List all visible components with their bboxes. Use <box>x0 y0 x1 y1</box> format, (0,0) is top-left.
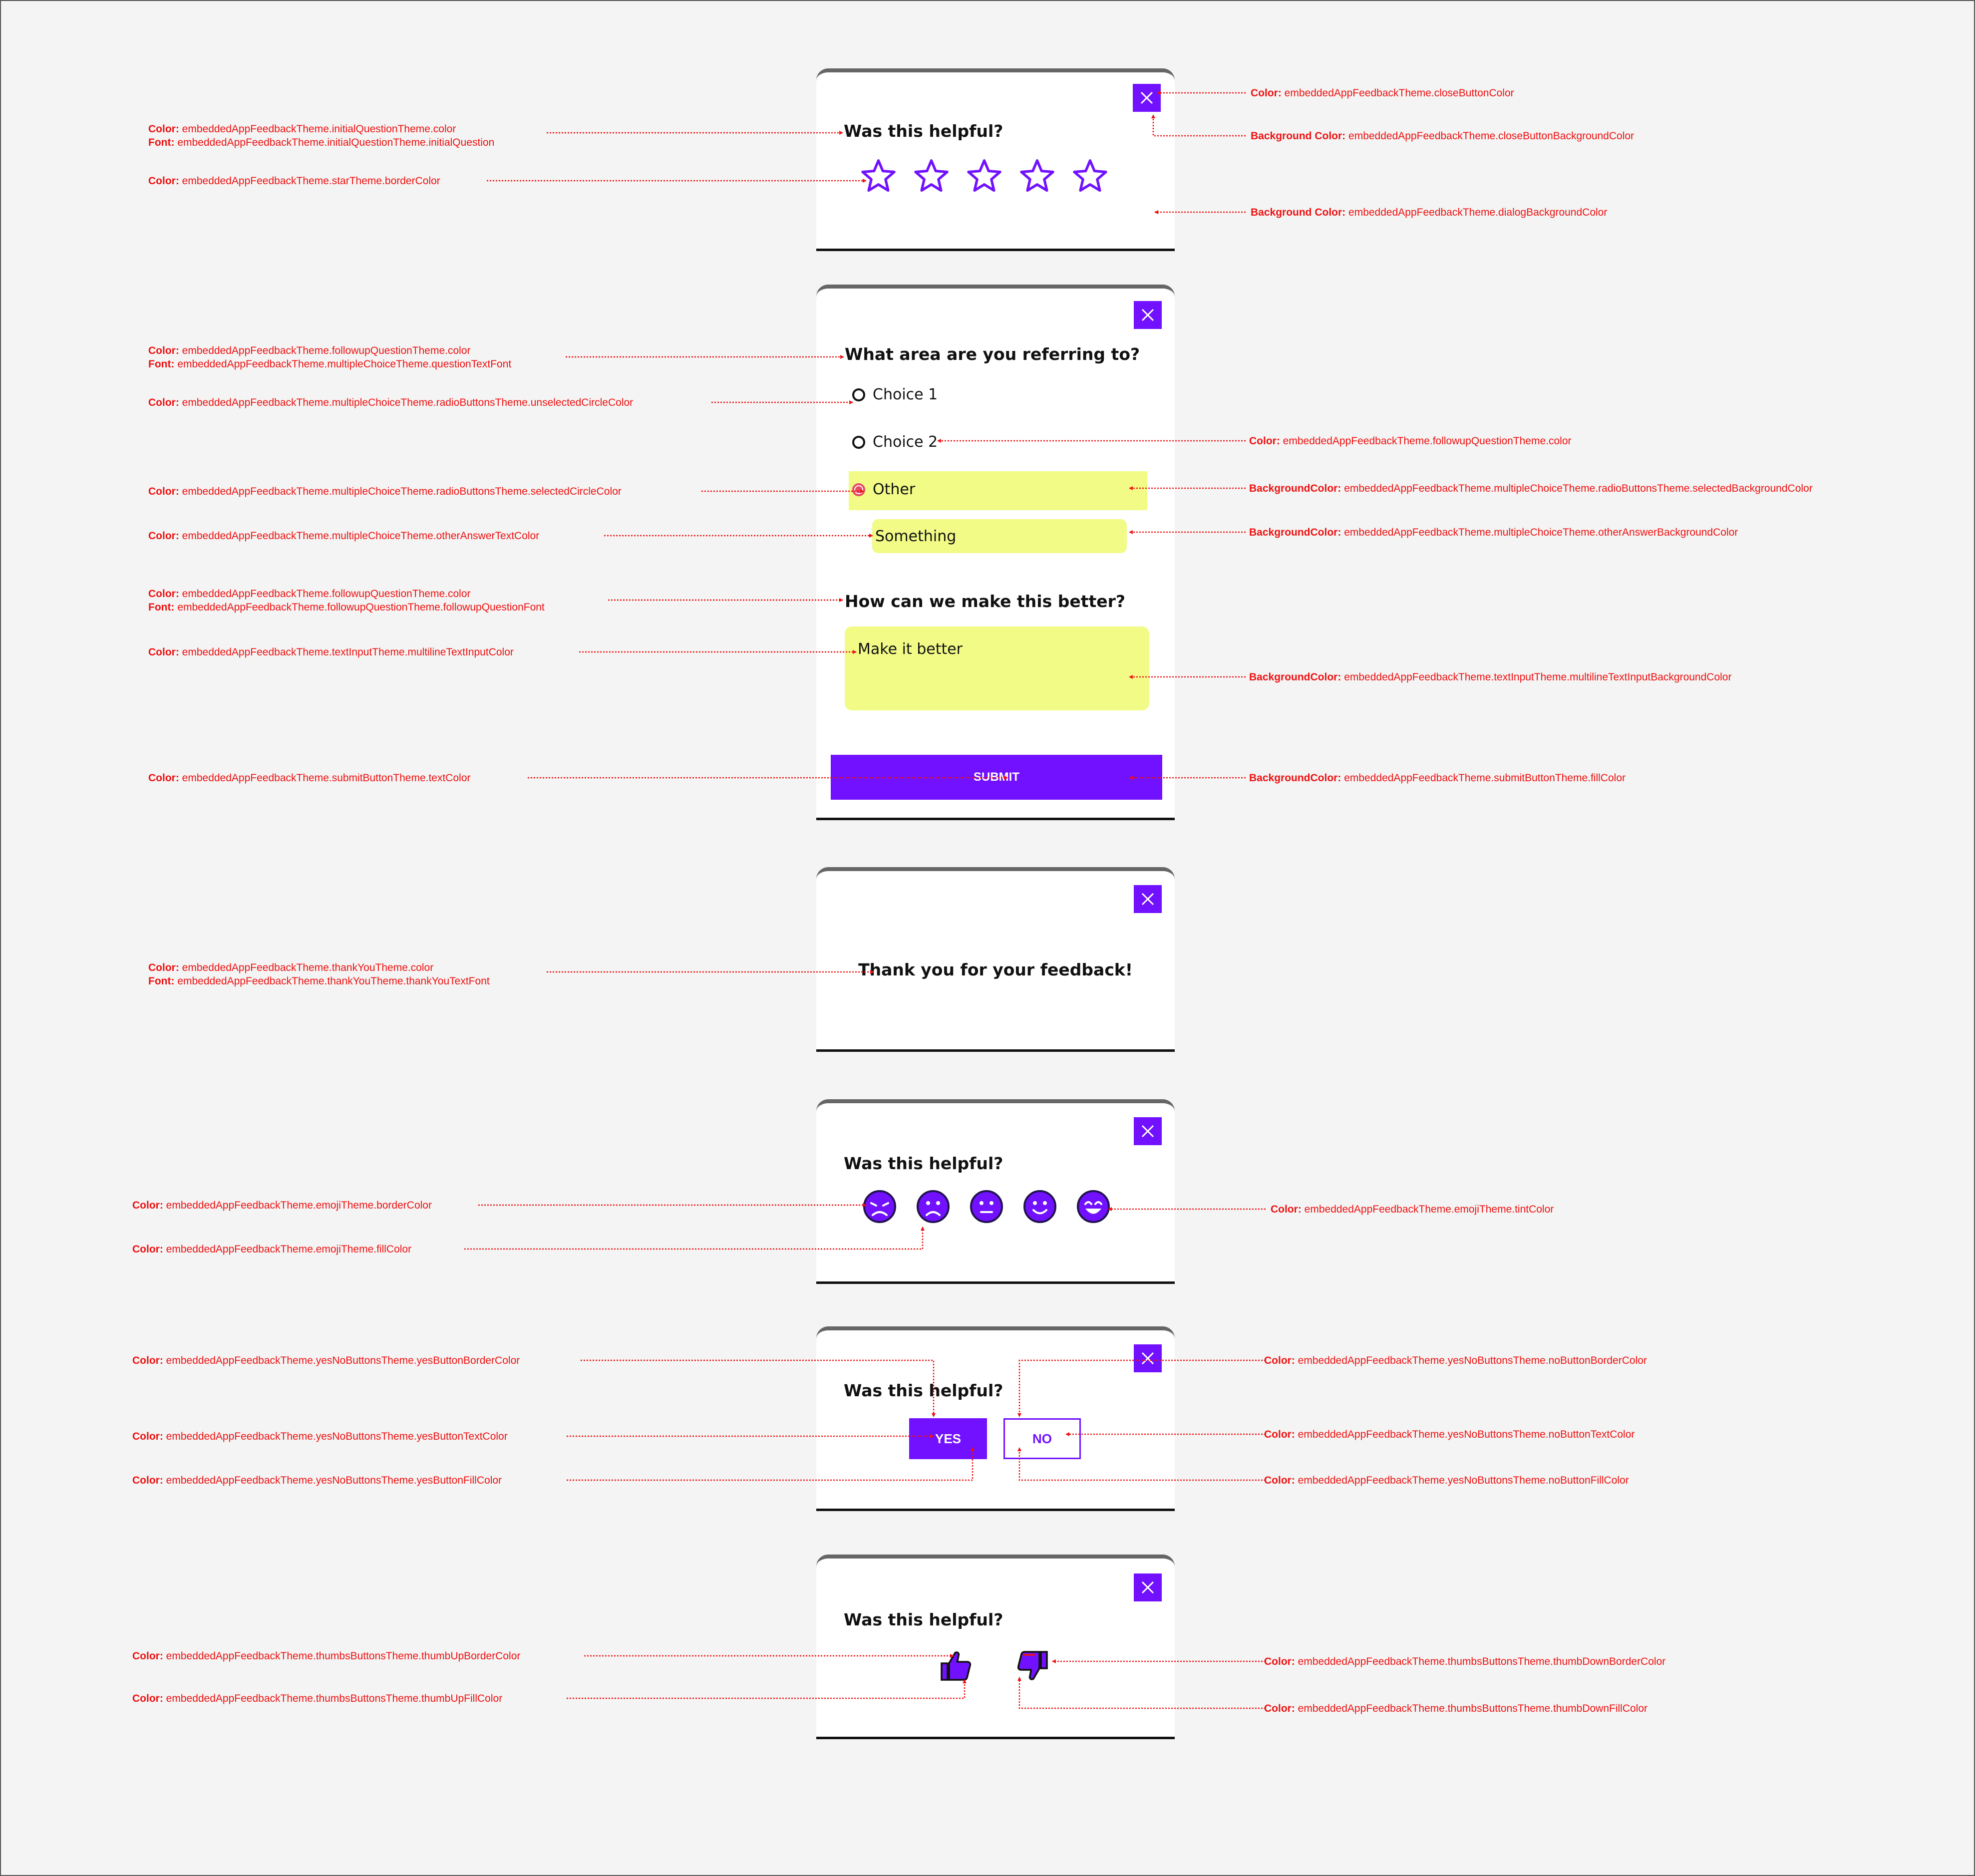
followup-question: How can we make this better? <box>845 592 1126 611</box>
annotation-selected-circle: Color: embeddedAppFeedbackTheme.multiple… <box>148 486 622 497</box>
radio-unselected[interactable] <box>852 388 865 401</box>
close-button[interactable] <box>1134 301 1162 329</box>
choice-option-other[interactable]: Other <box>852 481 915 498</box>
annotation-multiline-bg: BackgroundColor: embeddedAppFeedbackThem… <box>1249 671 1732 683</box>
neutral-emoji-icon[interactable] <box>969 1189 1004 1224</box>
question-text: Was this helpful? <box>844 121 1003 141</box>
close-icon <box>1141 1581 1154 1594</box>
annotation-no-text: Color: embeddedAppFeedbackTheme.yesNoBut… <box>1264 1429 1635 1440</box>
question-text: Was this helpful? <box>844 1610 1003 1629</box>
star-icon-2[interactable] <box>913 158 950 193</box>
multiple-choice-question: What area are you referring to? <box>845 344 1140 364</box>
annotation-emoji-border: Color: embeddedAppFeedbackTheme.emojiThe… <box>132 1200 432 1211</box>
choice-option-2[interactable]: Choice 2 <box>852 433 938 451</box>
annotation-thumb-up-border: Color: embeddedAppFeedbackTheme.thumbsBu… <box>132 1650 521 1662</box>
star-icon-1[interactable] <box>860 158 897 193</box>
yes-button[interactable]: YES <box>909 1418 987 1459</box>
thumb-up-icon[interactable] <box>939 1648 975 1684</box>
star-icon-5[interactable] <box>1072 158 1108 193</box>
very-sad-emoji-icon[interactable] <box>862 1189 897 1224</box>
choice-option-1[interactable]: Choice 1 <box>852 386 938 403</box>
close-icon <box>1141 1352 1154 1365</box>
annotation-no-fill: Color: embeddedAppFeedbackTheme.yesNoBut… <box>1264 1475 1629 1486</box>
close-button[interactable] <box>1134 885 1162 913</box>
star-icon-3[interactable] <box>966 158 1002 193</box>
annotation-yes-fill: Color: embeddedAppFeedbackTheme.yesNoBut… <box>132 1475 502 1486</box>
annotation-submit-fill: BackgroundColor: embeddedAppFeedbackThem… <box>1249 772 1626 784</box>
annotation-other-bg: BackgroundColor: embeddedAppFeedbackThem… <box>1249 527 1738 538</box>
close-button[interactable] <box>1133 84 1161 112</box>
close-button[interactable] <box>1134 1573 1162 1601</box>
yes-no-dialog: Was this helpful? YES NO <box>816 1326 1175 1511</box>
star-icon-4[interactable] <box>1019 158 1055 193</box>
annotation-yes-text: Color: embeddedAppFeedbackTheme.yesNoBut… <box>132 1431 508 1442</box>
annotation-selected-bg: BackgroundColor: embeddedAppFeedbackThem… <box>1249 483 1813 494</box>
close-icon <box>1140 91 1153 104</box>
annotation-thumb-up-fill: Color: embeddedAppFeedbackTheme.thumbsBu… <box>132 1693 503 1704</box>
annotation-no-border: Color: embeddedAppFeedbackTheme.yesNoBut… <box>1264 1355 1647 1366</box>
annotation-dialog-bg: Background Color: embeddedAppFeedbackThe… <box>1251 207 1608 218</box>
submit-button[interactable]: SUBMIT <box>831 755 1162 800</box>
multiple-choice-dialog: What area are you referring to? Choice 1… <box>816 285 1175 820</box>
question-text: Was this helpful? <box>844 1381 1003 1400</box>
thank-you-dialog: Thank you for your feedback! <box>816 867 1175 1052</box>
question-text: Was this helpful? <box>844 1154 1003 1173</box>
close-button[interactable] <box>1134 1117 1162 1145</box>
annotation-followup-question: Color: embeddedAppFeedbackTheme.followup… <box>148 345 512 370</box>
annotation-close-bg: Background Color: embeddedAppFeedbackThe… <box>1251 130 1635 142</box>
annotation-emoji-tint: Color: embeddedAppFeedbackTheme.emojiThe… <box>1271 1204 1554 1215</box>
close-icon <box>1141 1125 1154 1138</box>
sad-emoji-icon[interactable] <box>916 1189 951 1224</box>
star-rating-dialog: Was this helpful? <box>816 68 1175 251</box>
annotation-other-text: Color: embeddedAppFeedbackTheme.multiple… <box>148 530 540 542</box>
close-button[interactable] <box>1134 1344 1162 1372</box>
close-icon <box>1141 893 1154 906</box>
annotation-thumb-down-fill: Color: embeddedAppFeedbackTheme.thumbsBu… <box>1264 1703 1648 1714</box>
thumbs-dialog: Was this helpful? <box>816 1555 1175 1739</box>
annotation-thumb-down-border: Color: embeddedAppFeedbackTheme.thumbsBu… <box>1264 1656 1666 1667</box>
radio-unselected[interactable] <box>852 435 865 449</box>
choice-label: Other <box>873 481 916 498</box>
emoji-rating-row <box>862 1189 1111 1224</box>
annotation-yes-border: Color: embeddedAppFeedbackTheme.yesNoBut… <box>132 1355 520 1366</box>
annotation-followup-question-2: Color: embeddedAppFeedbackTheme.followup… <box>148 588 545 613</box>
close-icon <box>1141 309 1154 321</box>
star-rating-row <box>860 158 1108 193</box>
thank-you-message: Thank you for your feedback! <box>858 960 1133 979</box>
other-answer-input[interactable]: Something <box>872 519 1127 553</box>
emoji-rating-dialog: Was this helpful? <box>816 1099 1175 1284</box>
annotation-choice2-color: Color: embeddedAppFeedbackTheme.followup… <box>1249 435 1572 447</box>
annotation-initial-question: Color: embeddedAppFeedbackTheme.initialQ… <box>148 123 495 148</box>
annotation-thank-you: Color: embeddedAppFeedbackTheme.thankYou… <box>148 962 490 987</box>
choice-label: Choice 2 <box>873 433 938 451</box>
no-button[interactable]: NO <box>1003 1418 1081 1459</box>
very-happy-emoji-icon[interactable] <box>1076 1189 1111 1224</box>
radio-selected[interactable] <box>852 483 865 496</box>
annotation-multiline-color: Color: embeddedAppFeedbackTheme.textInpu… <box>148 646 514 658</box>
annotation-close-color: Color: embeddedAppFeedbackTheme.closeBut… <box>1251 87 1514 99</box>
choice-label: Choice 1 <box>873 386 938 403</box>
annotation-unselected-circle: Color: embeddedAppFeedbackTheme.multiple… <box>148 397 634 408</box>
annotation-submit-text: Color: embeddedAppFeedbackTheme.submitBu… <box>148 772 471 784</box>
annotation-emoji-fill: Color: embeddedAppFeedbackTheme.emojiThe… <box>132 1244 412 1255</box>
thumb-down-icon[interactable] <box>1014 1647 1050 1683</box>
happy-emoji-icon[interactable] <box>1022 1189 1057 1224</box>
multiline-text-input[interactable]: Make it better <box>845 626 1149 710</box>
annotation-star-border: Color: embeddedAppFeedbackTheme.starThem… <box>148 175 440 187</box>
